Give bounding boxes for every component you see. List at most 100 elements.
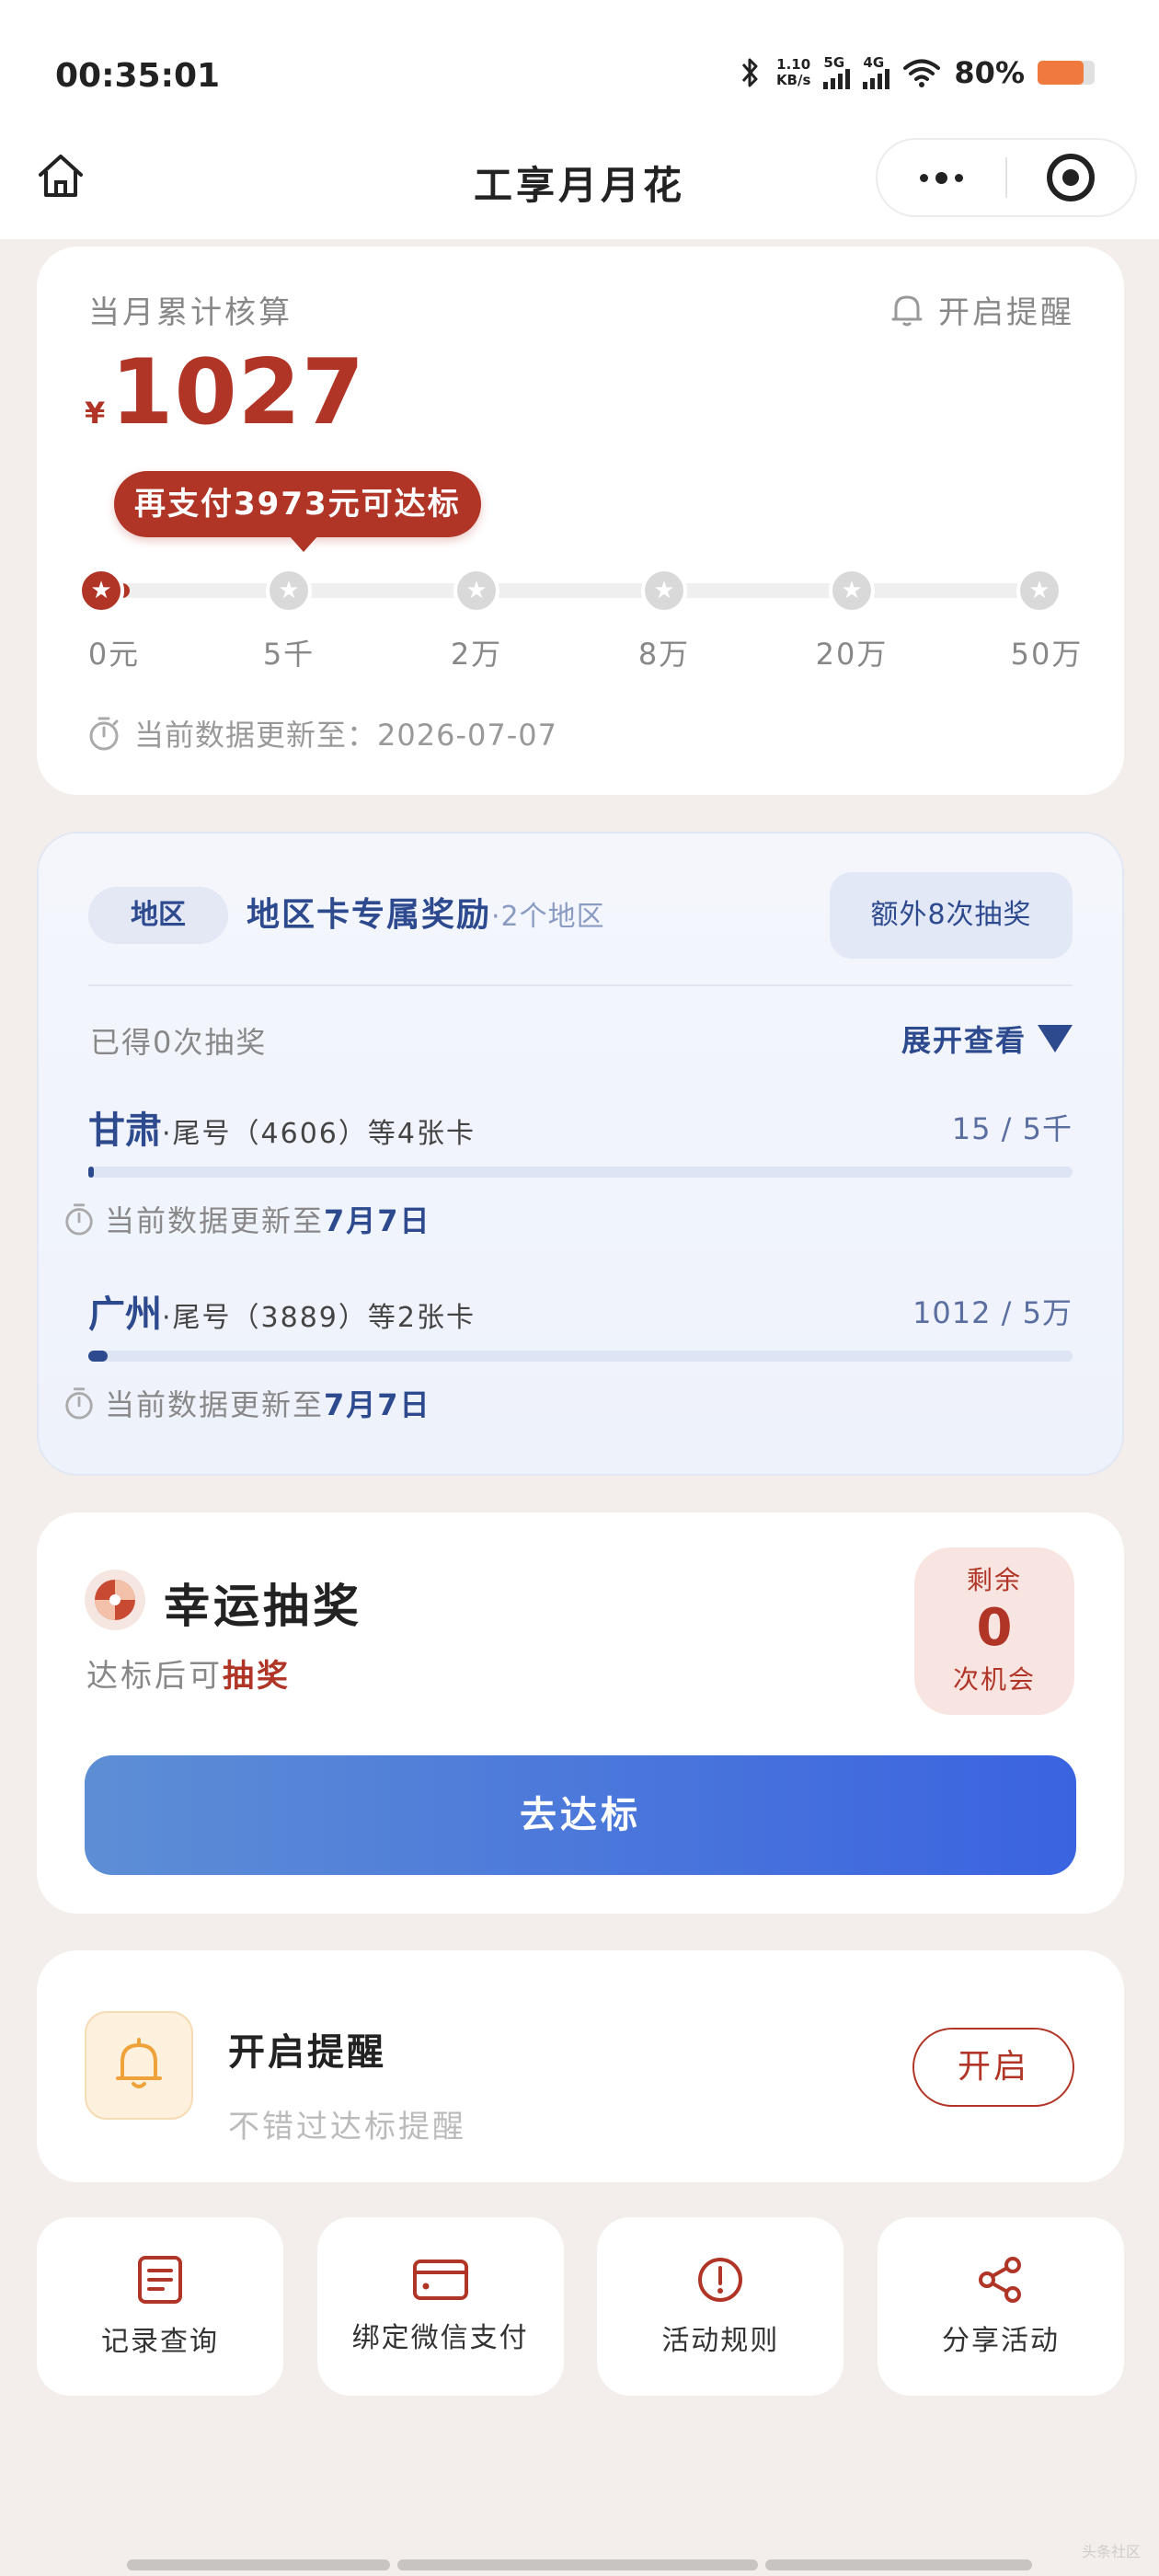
card-icon [412,2260,468,2300]
go-reach-target-button[interactable]: 去达标 [85,1755,1076,1875]
net-speed-value: 1.10 [776,56,811,73]
bell-icon [891,295,923,326]
region-progress-text: 15 / 5千 [951,1111,1073,1146]
bell-icon [85,2011,193,2120]
reminder-title: 开启提醒 [228,2031,386,2074]
wifi-icon [902,57,941,88]
milestone-label: 0元 [87,637,141,672]
update-text: 当前数据更新至：2026-07-07 [134,718,557,753]
enable-reminder-button[interactable]: 开启 [912,2028,1074,2107]
milestone-label: 8万 [637,637,691,672]
region-title-text: 地区卡专属奖励 [247,896,492,934]
region-row[interactable]: 广州·尾号（3889）等2张卡 1012 / 5万 [88,1284,1073,1362]
region-update-prefix: 当前数据更新至 [105,1203,325,1238]
triangle-down-icon [1038,1025,1073,1052]
milestone-star-icon: ★ [641,568,687,614]
milestone-label: 5千 [262,637,316,672]
reminder-subtitle: 不错过达标提醒 [228,2109,466,2145]
region-update-date: 7月7日 [324,1203,431,1238]
monthly-summary-card: 当月累计核算 开启提醒 ¥ 1027 再支付3973元可达标 ★ 0元 ★ 5千 ★ 2万… [37,247,1124,795]
region-title: 地区卡专属奖励·2个地区 [247,887,605,944]
lucky-draw-title: 幸运抽奖 [164,1580,362,1633]
signal-5g-label: 5G [823,54,845,71]
reminder-card: 开启提醒 不错过达标提醒 开启 [37,1950,1124,2182]
lucky-wheel-icon [85,1570,145,1630]
region-count: ·2个地区 [491,901,605,933]
share-icon [978,2257,1021,2303]
more-icon[interactable] [878,171,1005,184]
region-update-time: 当前数据更新至7月7日 [63,1198,431,1240]
target-close-icon[interactable] [1007,154,1135,201]
status-bar: 00:35:01 1.10 KB/s 5G 4G 80% [0,0,1159,138]
tile-label: 活动规则 [661,2325,780,2357]
stopwatch-icon [89,717,119,751]
tile-label: 记录查询 [101,2326,219,2358]
region-name: 广州 [88,1294,162,1336]
monthly-total-label: 当月累计核算 [88,294,293,331]
data-update-time: 当前数据更新至：2026-07-07 [86,712,557,754]
milestone-label: 50万 [1010,637,1084,672]
milestone-star-icon: ★ [266,568,312,614]
region-progress-fill [88,1351,109,1362]
lucky-draw-card: 幸运抽奖 达标后可抽奖 剩余 0 次机会 去达标 [37,1512,1124,1914]
tile-share-activity[interactable]: 分享活动 [877,2217,1124,2396]
lucky-sub-prefix: 达标后可 [86,1658,223,1695]
exclamation-circle-icon [698,2258,743,2302]
remain-label-top: 剩余 [966,1565,1022,1595]
feature-tiles: 记录查询 绑定微信支付 活动规则 分享活动 [37,2217,1124,2396]
battery-icon [1038,61,1095,85]
amount-value: 1027 [110,340,366,445]
remaining-chances-badge: 剩余 0 次机会 [914,1547,1074,1715]
summary-remind-label: 开启提醒 [938,294,1074,331]
scroll-indicator [127,2559,1032,2570]
nav-bar: 工享月月花 [0,138,1159,239]
remain-label-bottom: 次机会 [952,1664,1036,1695]
expand-button[interactable]: 展开查看 [901,1018,1073,1060]
region-update-time: 当前数据更新至7月7日 [63,1382,431,1424]
stopwatch-icon [65,1203,93,1236]
region-desc: ·尾号（4606）等4张卡 [162,1118,476,1150]
region-update-date: 7月7日 [324,1387,431,1422]
region-progress-fill [88,1167,95,1178]
summary-remind-button[interactable]: 开启提醒 [890,287,1074,332]
lucky-sub-highlight: 抽奖 [223,1658,291,1695]
tile-label: 绑定微信支付 [351,2322,529,2354]
net-speed: 1.10 KB/s [776,57,810,88]
region-update-prefix: 当前数据更新至 [105,1387,325,1422]
signal-4g-label: 4G [863,54,885,71]
tile-bind-wechat-pay[interactable]: 绑定微信支付 [316,2217,564,2396]
region-row[interactable]: 甘肃·尾号（4606）等4张卡 15 / 5千 [88,1100,1073,1178]
region-badge: 地区 [88,887,228,944]
milestone-label: 2万 [450,637,503,672]
tile-record-query[interactable]: 记录查询 [37,2217,283,2396]
status-time: 00:35:01 [55,57,221,95]
region-progress-text: 1012 / 5万 [912,1295,1073,1330]
monthly-amount: ¥ 1027 [85,340,365,445]
tile-label: 分享活动 [941,2325,1060,2357]
region-progress-bar [88,1351,1073,1362]
mini-program-capsule [876,138,1137,217]
signal-5g-icon: 5G [823,54,851,89]
region-name: 甘肃 [88,1110,162,1152]
milestone-track [101,583,1039,598]
region-progress-bar [88,1167,1073,1178]
region-reward-card: 地区 地区卡专属奖励·2个地区 额外8次抽奖 已得0次抽奖 展开查看 甘肃·尾号… [37,832,1124,1476]
lucky-draw-subtitle: 达标后可抽奖 [86,1650,291,1696]
signal-4g-icon: 4G [863,54,890,89]
milestone-star-icon: ★ [1016,568,1062,614]
stopwatch-icon [65,1387,93,1420]
draw-count-text: 已得0次抽奖 [90,1025,268,1060]
divider [88,984,1073,986]
extra-draw-button[interactable]: 额外8次抽奖 [830,872,1073,959]
milestone-label: 20万 [815,637,889,672]
remaining-tip: 再支付3973元可达标 [114,471,481,552]
remain-count: 0 [976,1598,1013,1658]
milestone-star-icon: ★ [829,568,875,614]
document-list-icon [138,2256,182,2304]
tile-activity-rules[interactable]: 活动规则 [597,2217,844,2396]
battery-fill [1038,61,1084,85]
expand-label: 展开查看 [901,1023,1027,1058]
battery-text: 80% [954,55,1025,90]
milestone-reached-star-icon: ★ [78,568,124,614]
region-desc: ·尾号（3889）等2张卡 [162,1302,476,1334]
